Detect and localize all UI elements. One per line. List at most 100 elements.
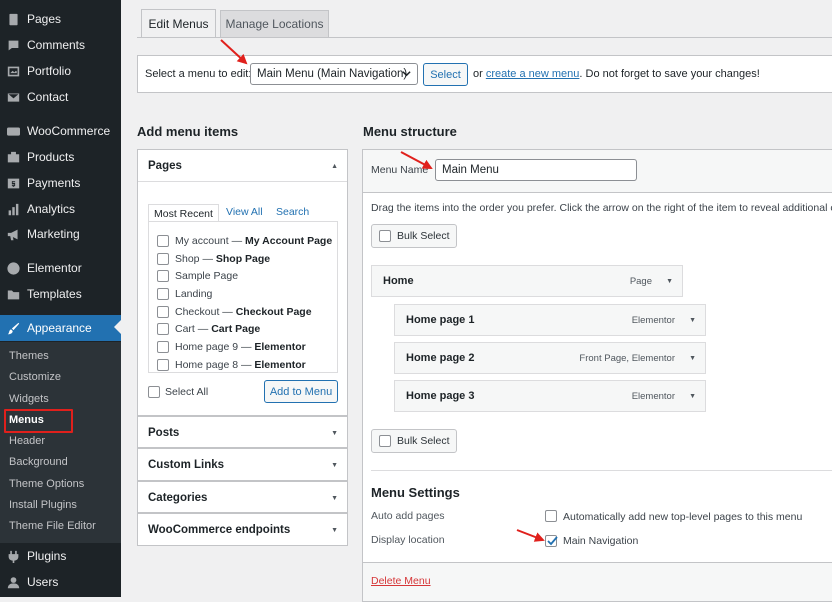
page-option: Shop — Shop Page — [175, 253, 271, 265]
categories-panel-header[interactable]: Categories ▼ — [138, 482, 347, 514]
page-checkbox[interactable] — [157, 323, 169, 335]
main-navigation-checkbox[interactable] — [545, 535, 558, 547]
page-checkbox[interactable] — [157, 288, 169, 300]
sidebar-item-payments[interactable]: Payments — [0, 171, 121, 195]
submenu-item-install-plugins[interactable]: Install Plugins — [9, 497, 77, 513]
sidebar-item-label: Portfolio — [27, 64, 72, 78]
menu-item-home-page-1[interactable]: Home page 1 Elementor ▼ — [394, 304, 706, 336]
add-menu-items-heading: Add menu items — [137, 124, 239, 139]
sidebar-item-comments[interactable]: Comments — [0, 33, 121, 57]
page-option: Sample Page — [175, 270, 239, 282]
categories-panel[interactable]: Categories ▼ — [137, 481, 348, 513]
auto-add-pages-checkbox[interactable] — [545, 510, 557, 522]
menus-highlight-box — [4, 409, 73, 433]
payments-icon — [6, 176, 20, 190]
main-navigation-text: Main Navigation — [563, 535, 639, 547]
page-checkbox[interactable] — [157, 270, 169, 282]
expand-arrow-icon[interactable]: ▼ — [689, 355, 696, 362]
sidebar-item-label: Marketing — [27, 227, 80, 241]
sidebar-item-contact[interactable]: Contact — [0, 85, 121, 109]
sidebar-item-templates[interactable]: Templates — [0, 282, 121, 306]
menu-item-title: Home page 2 — [406, 352, 475, 364]
add-to-menu-button[interactable]: Add to Menu — [264, 380, 338, 403]
menu-select-dropdown[interactable]: Main Menu (Main Navigation) — [250, 63, 418, 85]
submenu-item-background[interactable]: Background — [9, 454, 68, 470]
sidebar-item-label: Plugins — [27, 549, 67, 563]
woocommerce-endpoints-panel-title: WooCommerce endpoints — [148, 524, 291, 536]
admin-sidebar: Pages Comments Portfolio Contact WooComm… — [0, 0, 121, 597]
drag-instructions: Drag the items into the order you prefer… — [371, 202, 832, 214]
sidebar-item-label: Pages — [27, 12, 62, 26]
woocommerce-icon — [6, 124, 20, 138]
tab-manage-locations[interactable]: Manage Locations — [220, 10, 329, 37]
sidebar-item-analytics[interactable]: Analytics — [0, 197, 121, 221]
posts-panel-header[interactable]: Posts ▼ — [138, 417, 347, 449]
sidebar-item-label: Templates — [27, 287, 82, 301]
collapse-arrow-icon: ▲ — [331, 163, 338, 170]
menu-item-type: Page — [629, 275, 652, 287]
submenu-item-header[interactable]: Header — [9, 433, 45, 449]
tab-edit-menus[interactable]: Edit Menus — [141, 9, 216, 37]
tab-search[interactable]: Search — [276, 206, 309, 218]
menu-settings-heading: Menu Settings — [371, 485, 460, 500]
page-checkbox[interactable] — [157, 359, 169, 371]
sidebar-item-products[interactable]: Products — [0, 145, 121, 169]
page-checkbox[interactable] — [157, 253, 169, 265]
woocommerce-endpoints-panel-header[interactable]: WooCommerce endpoints ▼ — [138, 514, 347, 546]
posts-panel[interactable]: Posts ▼ — [137, 416, 348, 448]
templates-icon — [6, 287, 20, 301]
posts-panel-title: Posts — [148, 427, 180, 439]
expand-arrow-icon[interactable]: ▼ — [689, 317, 696, 324]
plugins-icon — [6, 549, 20, 563]
sidebar-item-appearance[interactable]: Appearance — [0, 315, 121, 341]
tab-view-all[interactable]: View All — [226, 206, 263, 218]
menu-item-home[interactable]: Home Page ▼ — [371, 265, 683, 297]
sidebar-item-label: Elementor — [27, 261, 82, 275]
submenu-item-theme-options[interactable]: Theme Options — [9, 476, 84, 492]
submenu-item-theme-file-editor[interactable]: Theme File Editor — [9, 518, 96, 534]
woocommerce-endpoints-panel[interactable]: WooCommerce endpoints ▼ — [137, 513, 348, 546]
menu-name-label: Menu Name — [371, 164, 429, 176]
auto-add-pages-label: Auto add pages — [371, 510, 445, 522]
menu-footer — [362, 562, 832, 602]
page-checkbox[interactable] — [157, 341, 169, 353]
menu-structure-body — [362, 193, 832, 562]
expand-arrow-icon[interactable]: ▼ — [666, 278, 673, 285]
menu-item-title: Home page 1 — [406, 314, 475, 326]
sidebar-item-marketing[interactable]: Marketing — [0, 222, 121, 246]
sidebar-item-elementor[interactable]: Elementor — [0, 256, 121, 280]
pages-icon — [6, 12, 20, 26]
bulk-select-button-bottom[interactable]: Bulk Select — [371, 429, 457, 453]
contact-icon — [6, 90, 20, 104]
sidebar-item-plugins[interactable]: Plugins — [0, 544, 121, 568]
menu-name-input[interactable]: Main Menu — [435, 159, 637, 181]
custom-links-panel[interactable]: Custom Links ▼ — [137, 448, 348, 481]
menu-item-home-page-3[interactable]: Home page 3 Elementor ▼ — [394, 380, 706, 412]
bulk-select-button-top[interactable]: Bulk Select — [371, 224, 457, 248]
sidebar-item-label: Analytics — [27, 202, 76, 216]
submenu-item-widgets[interactable]: Widgets — [9, 391, 49, 407]
pages-panel-title: Pages — [148, 159, 182, 172]
select-all-checkbox[interactable] — [148, 386, 160, 398]
page-checkbox[interactable] — [157, 235, 169, 247]
expand-arrow-icon[interactable]: ▼ — [689, 393, 696, 400]
select-menu-prompt: Select a menu to edit: — [145, 68, 252, 80]
create-new-menu-link[interactable]: create a new menu — [486, 68, 580, 80]
menu-item-home-page-2[interactable]: Home page 2 Front Page, Elementor ▼ — [394, 342, 706, 374]
checkmark-icon — [547, 536, 558, 546]
submenu-item-customize[interactable]: Customize — [9, 369, 61, 385]
submenu-item-themes[interactable]: Themes — [9, 348, 49, 364]
sidebar-item-pages[interactable]: Pages — [0, 7, 121, 31]
page-checkbox[interactable] — [157, 306, 169, 318]
delete-menu-link[interactable]: Delete Menu — [371, 575, 431, 587]
pages-panel-header[interactable]: Pages ▲ — [138, 150, 347, 182]
sidebar-item-woocommerce[interactable]: WooCommerce — [0, 119, 121, 143]
select-menu-button[interactable]: Select — [423, 63, 468, 86]
sidebar-item-portfolio[interactable]: Portfolio — [0, 59, 121, 83]
sidebar-item-users[interactable]: Users — [0, 570, 121, 594]
analytics-icon — [6, 202, 20, 216]
appearance-submenu: Themes Customize Widgets Menus Header Ba… — [0, 342, 121, 543]
settings-divider — [371, 470, 832, 471]
expand-arrow-icon: ▼ — [331, 495, 338, 502]
custom-links-panel-header[interactable]: Custom Links ▼ — [138, 449, 347, 481]
